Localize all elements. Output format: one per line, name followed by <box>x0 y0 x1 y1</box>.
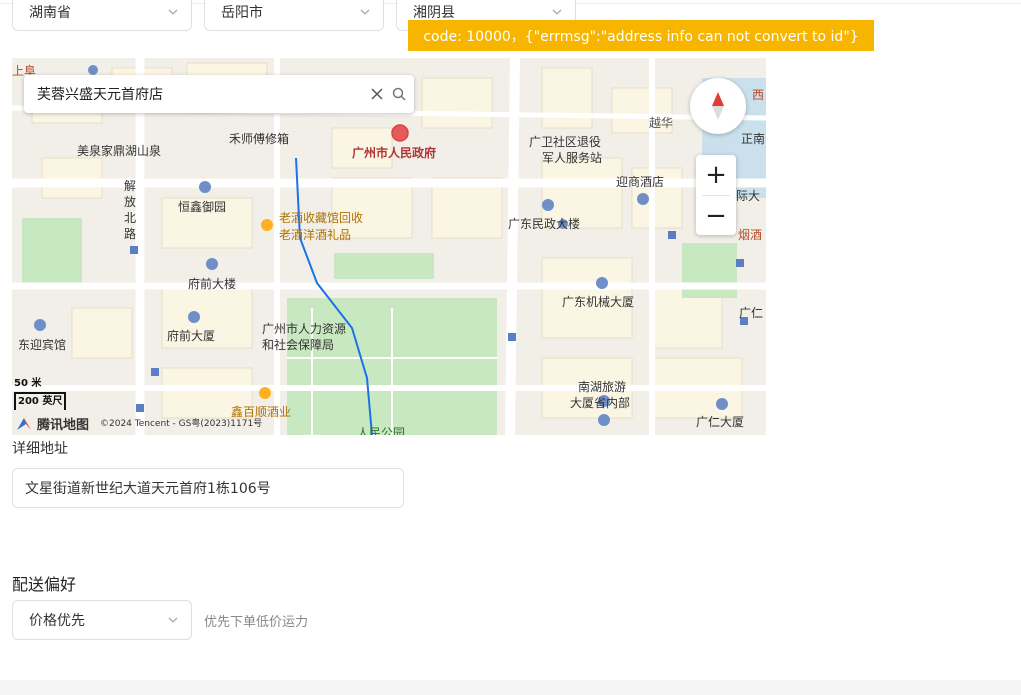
map-label: 美泉家鼎湖山泉 <box>77 144 162 158</box>
compass-icon <box>712 92 724 120</box>
map-label: 广东机械大厦 <box>562 295 635 309</box>
map-label: 正南 <box>741 132 766 146</box>
page-footer-bar <box>0 680 1021 695</box>
chevron-down-icon <box>168 9 178 15</box>
map-label: 禾师傅修箱 <box>229 132 290 146</box>
zoom-in-button[interactable]: + <box>696 155 736 195</box>
tencent-map-logo-icon <box>17 417 31 430</box>
close-icon[interactable] <box>370 87 384 101</box>
city-value: 岳阳市 <box>221 5 263 21</box>
map-label: 际大 <box>736 189 761 203</box>
map-label: 西 <box>752 88 765 102</box>
scale-metric: 50 米 <box>14 378 42 389</box>
compass-button[interactable] <box>690 78 746 134</box>
map-logo: 腾讯地图 <box>15 414 89 433</box>
map-label: 人民公园 <box>357 426 406 435</box>
delivery-preference-value: 价格优先 <box>29 613 85 629</box>
map-label: 南湖旅游 <box>578 380 627 394</box>
map-label: 广仁 <box>739 306 764 320</box>
delivery-preference-title: 配送偏好 <box>12 575 77 594</box>
detail-address-value: 文星街道新世纪大道天元首府1栋106号 <box>25 481 271 497</box>
map-label: 广卫社区退役 <box>529 135 602 149</box>
chevron-down-icon <box>360 9 370 15</box>
map-label: 军人服务站 <box>542 151 603 165</box>
zoom-out-button[interactable]: − <box>696 196 736 236</box>
map-label: 广州市人力资源 <box>262 322 347 336</box>
chevron-down-icon <box>552 9 562 15</box>
search-icon[interactable] <box>392 87 406 101</box>
city-select[interactable]: 岳阳市 <box>204 0 384 31</box>
minus-icon: − <box>705 201 727 231</box>
province-select[interactable]: 湖南省 <box>12 0 192 31</box>
map-search-box[interactable]: 芙蓉兴盛天元首府店 <box>24 75 414 113</box>
delivery-preference-hint: 优先下单低价运力 <box>204 615 309 630</box>
map-label: 广州市人民政府 <box>352 146 437 160</box>
map-view[interactable]: 上阜 禾师傅修箱 广州市人民政府 广卫社区退役 军人服务站 越华 正南 西 美泉… <box>12 58 766 435</box>
error-toast-message: code: 10000，{"errmsg":"address info can … <box>423 28 859 45</box>
map-label: 老酒洋酒礼品 <box>279 228 352 242</box>
error-toast: code: 10000，{"errmsg":"address info can … <box>408 20 874 51</box>
map-label: 大厦省内部 <box>570 396 631 410</box>
map-search-input[interactable]: 芙蓉兴盛天元首府店 <box>37 84 370 104</box>
chevron-down-icon <box>168 617 178 623</box>
map-label: 东迎宾馆 <box>18 338 67 352</box>
map-logo-text: 腾讯地图 <box>37 418 90 433</box>
map-label: 恒鑫御园 <box>178 200 227 214</box>
map-label: 府前大楼 <box>188 277 237 291</box>
zoom-control: + − <box>696 155 736 235</box>
map-label: 烟酒 <box>738 228 763 242</box>
map-copyright: ©2024 Tencent - GS粤(2023)1171号 <box>100 419 263 429</box>
county-value: 湘阴县 <box>413 5 455 21</box>
detail-address-label: 详细地址 <box>12 441 68 457</box>
map-label: 越华 <box>649 116 674 130</box>
map-label: 解放北路 <box>124 179 137 241</box>
map-label: 广东民政大楼 <box>508 217 581 231</box>
map-label: 府前大厦 <box>167 329 216 343</box>
plus-icon: + <box>705 160 727 190</box>
map-label: 老酒收藏馆回收 <box>279 211 364 225</box>
map-label: 迎商酒店 <box>616 175 665 189</box>
map-label: 和社会保障局 <box>262 338 335 352</box>
scale-imperial: 200 英尺 <box>14 392 67 410</box>
province-value: 湖南省 <box>29 5 71 21</box>
detail-address-input[interactable]: 文星街道新世纪大道天元首府1栋106号 <box>12 468 404 508</box>
map-scale: 50 米 200 英尺 <box>14 376 67 410</box>
delivery-preference-select[interactable]: 价格优先 <box>12 600 192 640</box>
map-label: 广仁大厦 <box>696 415 745 429</box>
